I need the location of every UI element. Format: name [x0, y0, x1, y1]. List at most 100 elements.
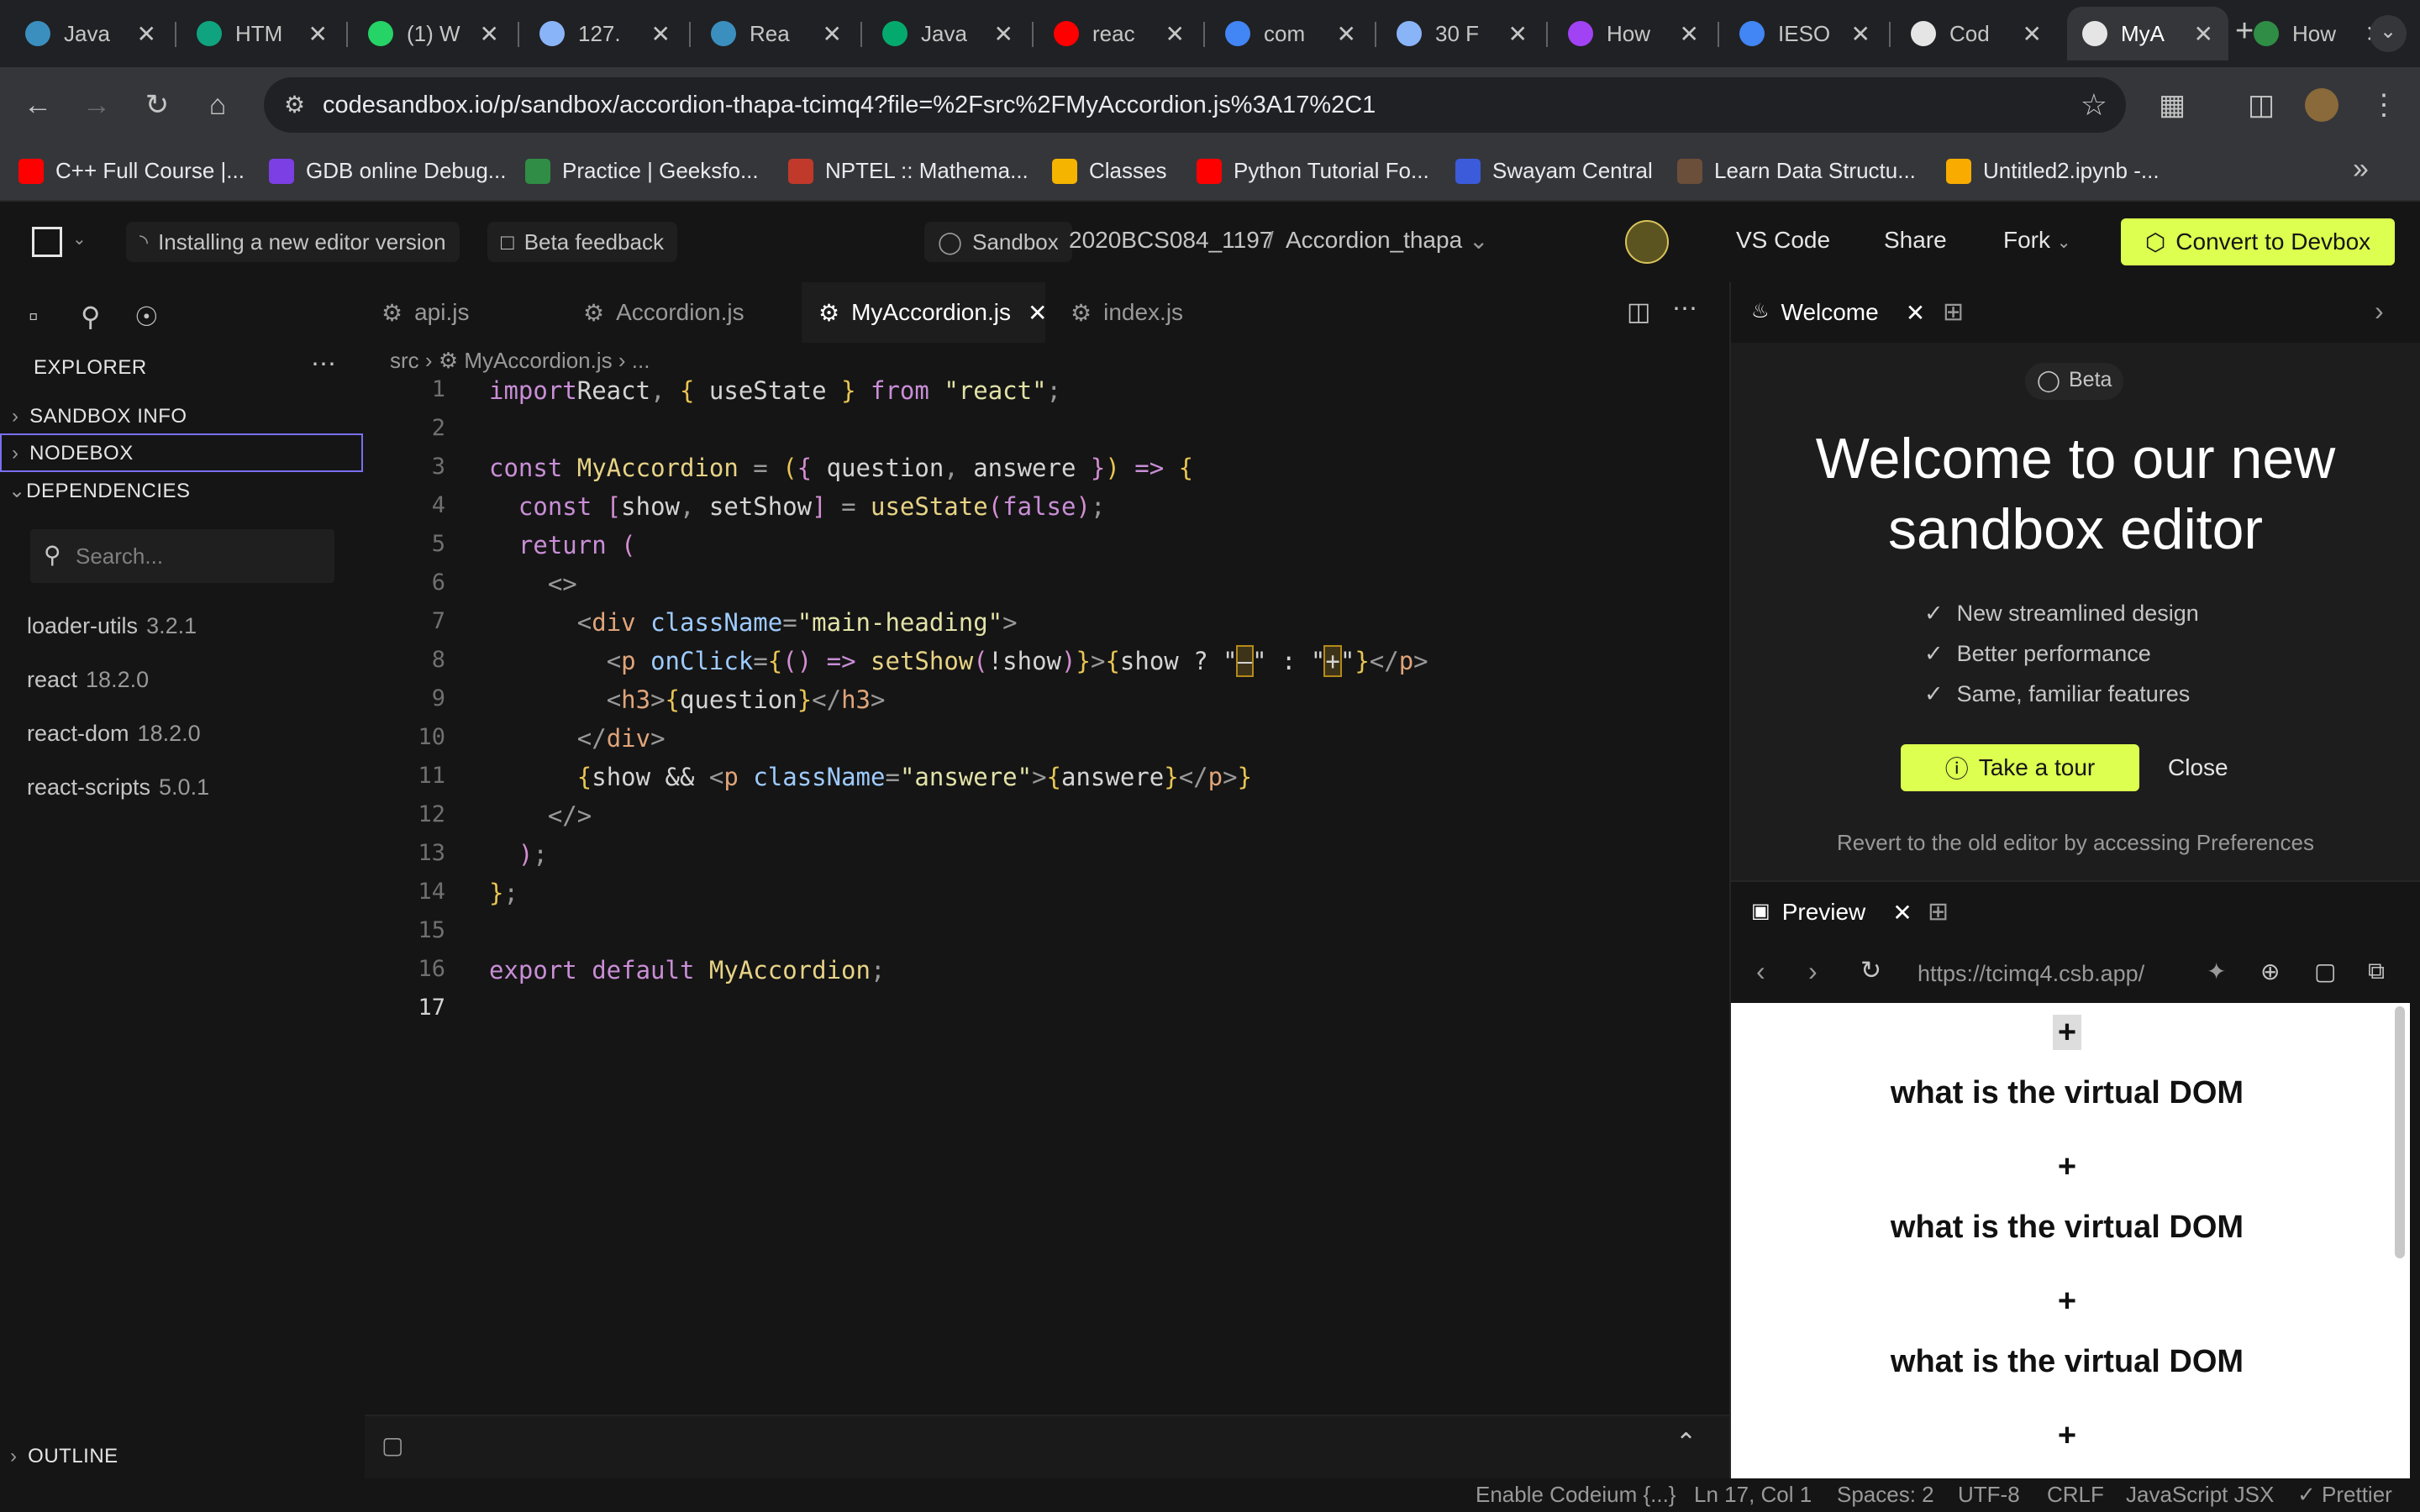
bookmark-item[interactable]: Untitled2.ipynb -...: [1946, 158, 2160, 184]
breadcrumb-symbols[interactable]: ...: [632, 348, 650, 373]
close-icon[interactable]: ✕: [994, 20, 1013, 48]
bookmark-item[interactable]: NPTEL :: Mathema...: [788, 158, 1028, 184]
code-line[interactable]: <p onClick={() => setShow(!show)}>{show …: [489, 645, 1428, 677]
code-line[interactable]: {show && <p className="answere">{answere…: [489, 763, 1252, 791]
terminal-icon[interactable]: ▢: [2314, 958, 2336, 985]
add-tab-icon[interactable]: ⊞: [1943, 297, 1964, 327]
share-button[interactable]: Share: [1884, 227, 1947, 254]
extensions-icon[interactable]: ▦: [2153, 86, 2191, 124]
file-icon[interactable]: ▫: [29, 301, 38, 332]
csb-logo-icon[interactable]: [32, 227, 62, 257]
terminal-icon[interactable]: ▢: [381, 1431, 403, 1459]
code-line[interactable]: export default MyAccordion;: [489, 956, 885, 984]
browser-tab[interactable]: reac ✕: [1039, 7, 1200, 60]
browser-tab[interactable]: (1) W ✕: [353, 7, 514, 60]
sandbox-info-section[interactable]: › SANDBOX INFO: [12, 405, 187, 428]
encoding[interactable]: UTF-8: [1958, 1482, 2020, 1508]
chevron-down-icon[interactable]: ⌄: [72, 228, 87, 249]
nodebox-section[interactable]: › NODEBOX: [0, 433, 363, 472]
preview-scrollbar[interactable]: [2395, 1006, 2405, 1258]
close-icon[interactable]: ✕: [1165, 20, 1185, 48]
prettier-status[interactable]: ✓ Prettier: [2297, 1482, 2392, 1508]
profile-avatar[interactable]: [2302, 86, 2341, 124]
code-line[interactable]: };: [489, 879, 518, 907]
beta-feedback-button[interactable]: □ Beta feedback: [487, 222, 677, 262]
breadcrumb-file[interactable]: MyAccordion.js: [464, 348, 612, 373]
git-icon[interactable]: ☉: [134, 301, 159, 333]
bookmark-item[interactable]: Swayam Central: [1455, 158, 1653, 184]
more-options-icon[interactable]: ⋯: [1672, 294, 1697, 323]
browser-tab[interactable]: MyA ✕: [2067, 7, 2228, 60]
take-a-tour-button[interactable]: ⓘ Take a tour: [1901, 744, 2139, 791]
tab-search-icon[interactable]: ⌄: [2370, 15, 2407, 52]
project-name[interactable]: Accordion_thapa: [1286, 227, 1462, 254]
more-bookmarks-icon[interactable]: »: [2353, 153, 2369, 186]
browser-tab[interactable]: 127. ✕: [524, 7, 686, 60]
code-line[interactable]: <div className="main-heading">: [489, 608, 1018, 637]
browser-tab[interactable]: 30 F ✕: [1381, 7, 1543, 60]
close-icon[interactable]: ✕: [1680, 20, 1699, 48]
add-tab-icon[interactable]: ⊞: [1928, 897, 1949, 927]
magic-icon[interactable]: ✦: [2207, 958, 2226, 985]
browser-tab[interactable]: IESO ✕: [1724, 7, 1886, 60]
search-icon[interactable]: ⚲: [81, 301, 100, 333]
address-bar[interactable]: ⚙ codesandbox.io/p/sandbox/accordion-tha…: [264, 77, 2126, 133]
open-new-window-icon[interactable]: ⧉: [2368, 958, 2385, 985]
browser-tab[interactable]: Java ✕: [867, 7, 1028, 60]
code-line[interactable]: </>: [489, 801, 592, 830]
accordion-toggle[interactable]: +: [1731, 1015, 2403, 1051]
side-panel-icon[interactable]: ◫: [2242, 86, 2281, 124]
home-icon[interactable]: ⌂: [198, 86, 237, 124]
browser-tab[interactable]: Rea ✕: [696, 7, 857, 60]
bookmark-star-icon[interactable]: ☆: [2081, 87, 2107, 123]
tab-index-js[interactable]: ⚙ index.js: [1054, 282, 1247, 343]
tab-myaccordion-js[interactable]: ⚙ MyAccordion.js ✕: [802, 282, 1047, 343]
code-line[interactable]: const [show, setShow] = useState(false);: [489, 492, 1105, 521]
browser-tab[interactable]: HTM ✕: [182, 7, 343, 60]
bookmark-item[interactable]: C++ Full Course |...: [18, 158, 245, 184]
dependency-item[interactable]: react 18.2.0: [27, 667, 149, 693]
close-icon[interactable]: ✕: [1851, 20, 1870, 48]
close-icon[interactable]: ✕: [308, 20, 328, 48]
preview-url[interactable]: https://tcimq4.csb.app/: [1918, 961, 2144, 987]
dependency-item[interactable]: react-dom 18.2.0: [27, 721, 201, 747]
browser-tab[interactable]: Java ✕: [10, 7, 171, 60]
close-icon[interactable]: ✕: [1508, 20, 1528, 48]
forward-icon[interactable]: ›: [1808, 956, 1818, 987]
forward-icon[interactable]: →: [77, 86, 116, 124]
outline-section[interactable]: › OUTLINE: [10, 1445, 118, 1468]
close-button[interactable]: Close: [2168, 754, 2228, 781]
tab-preview[interactable]: ▣ Preview ✕: [1751, 899, 1912, 927]
site-settings-icon[interactable]: ⚙: [284, 91, 305, 118]
code-line[interactable]: <h3>{question}</h3>: [489, 685, 886, 714]
close-icon[interactable]: ✕: [137, 20, 156, 48]
close-icon[interactable]: ✕: [1892, 899, 1912, 927]
close-icon[interactable]: ✕: [2194, 20, 2213, 48]
close-icon[interactable]: ✕: [651, 20, 671, 48]
chevron-up-icon[interactable]: ⌃: [1676, 1428, 1697, 1457]
back-icon[interactable]: ←: [18, 86, 57, 124]
accordion-toggle[interactable]: +: [1731, 1418, 2403, 1454]
chevron-down-icon[interactable]: ⌄: [1469, 227, 1488, 255]
close-icon[interactable]: ✕: [480, 20, 499, 48]
close-icon[interactable]: ✕: [823, 20, 842, 48]
reload-icon[interactable]: ↻: [138, 86, 176, 124]
bookmark-item[interactable]: Learn Data Structu...: [1677, 158, 1916, 184]
vscode-button[interactable]: VS Code: [1736, 227, 1830, 254]
bookmark-item[interactable]: Practice | Geeksfo...: [525, 158, 759, 184]
dependency-search-input[interactable]: ⚲ Search...: [30, 529, 334, 583]
tab-welcome[interactable]: ♨ Welcome ✕: [1751, 299, 1925, 327]
dependencies-section[interactable]: ⌄ DEPENDENCIES: [8, 479, 191, 503]
new-tab-icon[interactable]: +: [2235, 13, 2254, 50]
crosshair-icon[interactable]: ⊕: [2260, 958, 2280, 985]
reload-icon[interactable]: ↻: [1860, 956, 1881, 985]
browser-menu-icon[interactable]: ⋮: [2365, 86, 2403, 124]
browser-tab[interactable]: How ✕: [1553, 7, 1714, 60]
code-line[interactable]: </div>: [489, 724, 666, 753]
back-icon[interactable]: ‹: [1756, 956, 1765, 987]
code-line[interactable]: );: [489, 840, 548, 869]
accordion-toggle[interactable]: +: [1731, 1284, 2403, 1320]
user-avatar[interactable]: [1625, 220, 1669, 264]
project-owner[interactable]: 2020BCS084_1197: [1069, 227, 1272, 254]
cursor-position[interactable]: Ln 17, Col 1: [1694, 1482, 1812, 1508]
